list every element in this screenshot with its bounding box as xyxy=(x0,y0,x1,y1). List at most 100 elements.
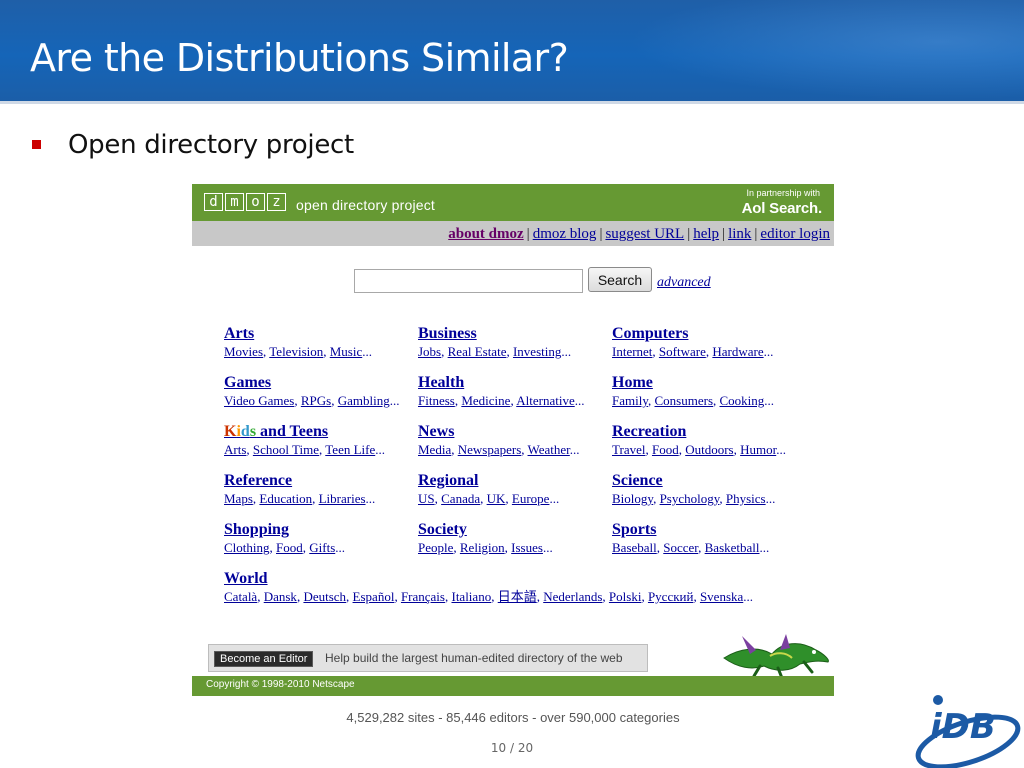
search-input[interactable] xyxy=(354,269,583,293)
subcategory-link[interactable]: Real Estate xyxy=(448,344,507,359)
subcategory-link[interactable]: Video Games xyxy=(224,393,294,408)
category-link[interactable]: Health xyxy=(418,373,608,392)
category-link[interactable]: Home xyxy=(612,373,802,392)
subcategory-link[interactable]: Medicine xyxy=(461,393,510,408)
subcategory-link[interactable]: Deutsch xyxy=(303,589,346,604)
category-link[interactable]: Regional xyxy=(418,471,608,490)
subcategory-link[interactable]: Català xyxy=(224,589,257,604)
subcategory-link[interactable]: Issues xyxy=(511,540,543,555)
logo-letter-m: m xyxy=(225,193,244,211)
subcategory-link[interactable]: Soccer xyxy=(663,540,698,555)
subcategory-link[interactable]: Software xyxy=(659,344,706,359)
dmoz-logo[interactable]: d m o z xyxy=(204,193,286,211)
subcategory-link[interactable]: Fitness xyxy=(418,393,455,408)
subcategory-line: Clothing, Food, Gifts... xyxy=(224,540,345,555)
subcategory-link[interactable]: Physics xyxy=(726,491,766,506)
suggest-url-link[interactable]: suggest URL xyxy=(605,226,684,242)
subcategory-line: People, Religion, Issues... xyxy=(418,540,553,555)
category-news: News Media, Newspapers, Weather... xyxy=(418,422,608,458)
subcategory-link[interactable]: Family xyxy=(612,393,648,408)
subcategory-link[interactable]: Dansk xyxy=(264,589,297,604)
subcategory-link[interactable]: Español xyxy=(353,589,395,604)
subcategory-link[interactable]: 日本語 xyxy=(498,589,537,604)
category-link[interactable]: Computers xyxy=(612,324,802,343)
subcategory-link[interactable]: Humor xyxy=(740,442,776,457)
slide-title: Are the Distributions Similar? xyxy=(30,36,569,80)
subcategory-link[interactable]: Polski xyxy=(609,589,642,604)
subcategory-link[interactable]: People xyxy=(418,540,453,555)
subcategory-link[interactable]: Nederlands xyxy=(543,589,602,604)
subcategory-link[interactable]: Europe xyxy=(512,491,550,506)
subcategory-link[interactable]: Gambling xyxy=(338,393,390,408)
subcategory-link[interactable]: Clothing xyxy=(224,540,270,555)
category-link[interactable]: Games xyxy=(224,373,414,392)
idb-lab-logo-icon: iDB xyxy=(915,695,1021,768)
dmoz-lizard-mascot-icon xyxy=(723,634,829,678)
category-link[interactable]: Recreation xyxy=(612,422,802,441)
category-link[interactable]: News xyxy=(418,422,608,441)
subcategory-link[interactable]: Food xyxy=(652,442,679,457)
subcategory-link[interactable]: Libraries xyxy=(319,491,366,506)
category-link[interactable]: Society xyxy=(418,520,608,539)
subcategory-link[interactable]: Baseball xyxy=(612,540,657,555)
subcategory-link[interactable]: Basketball xyxy=(705,540,760,555)
subcategory-link[interactable]: Français xyxy=(401,589,445,604)
subcategory-link[interactable]: Education xyxy=(259,491,312,506)
category-link[interactable]: Arts xyxy=(224,324,414,343)
subcategory-link[interactable]: Religion xyxy=(460,540,505,555)
subcategory-link[interactable]: Italiano xyxy=(451,589,491,604)
help-link[interactable]: help xyxy=(693,226,719,242)
subcategory-link[interactable]: School Time xyxy=(253,442,319,457)
link-link[interactable]: link xyxy=(728,226,751,242)
subcategory-link[interactable]: Travel xyxy=(612,442,645,457)
dmoz-blog-link[interactable]: dmoz blog xyxy=(533,226,597,242)
subcategory-link[interactable]: Music xyxy=(330,344,363,359)
search-button[interactable]: Search xyxy=(588,267,652,292)
category-link[interactable]: Sports xyxy=(612,520,802,539)
subcategory-link[interactable]: Cooking xyxy=(720,393,765,408)
category-link[interactable]: Science xyxy=(612,471,802,490)
category-health: Health Fitness, Medicine, Alternative... xyxy=(418,373,608,409)
subcategory-link[interactable]: Alternative xyxy=(516,393,574,408)
subcategory-link[interactable]: Biology xyxy=(612,491,653,506)
subcategory-link[interactable]: Gifts xyxy=(309,540,335,555)
aol-search-logo[interactable]: Aol Search. xyxy=(742,200,823,217)
subcategory-link[interactable]: Weather xyxy=(528,442,570,457)
subcategory-link[interactable]: Arts xyxy=(224,442,246,457)
subcategory-link[interactable]: Svenska xyxy=(700,589,743,604)
subcategory-link[interactable]: Hardware xyxy=(712,344,763,359)
subcategory-link[interactable]: Television xyxy=(269,344,323,359)
subcategory-link[interactable]: Русский xyxy=(648,589,694,604)
advanced-search-link[interactable]: advanced xyxy=(657,275,711,291)
subcategory-line: Internet, Software, Hardware... xyxy=(612,344,774,359)
subcategory-link[interactable]: Jobs xyxy=(418,344,441,359)
subcategory-link[interactable]: Internet xyxy=(612,344,652,359)
category-link[interactable]: Shopping xyxy=(224,520,414,539)
subcategory-link[interactable]: Movies xyxy=(224,344,263,359)
subcategory-link[interactable]: Media xyxy=(418,442,451,457)
become-editor-button[interactable]: Become an Editor xyxy=(214,651,314,667)
slide-title-bar: Are the Distributions Similar? xyxy=(0,0,1024,104)
subcategory-link[interactable]: Psychology xyxy=(660,491,720,506)
subcategory-link[interactable]: Canada xyxy=(441,491,480,506)
category-link[interactable]: Reference xyxy=(224,471,414,490)
editor-login-link[interactable]: editor login xyxy=(760,226,830,242)
subcategory-link[interactable]: Food xyxy=(276,540,303,555)
subcategory-link[interactable]: RPGs xyxy=(301,393,331,408)
category-link[interactable]: Kids and Teens xyxy=(224,422,414,441)
subcategory-link[interactable]: Teen Life xyxy=(325,442,375,457)
subcategory-link[interactable]: Outdoors xyxy=(685,442,733,457)
dmoz-nav-bar: about dmoz | dmoz blog | suggest URL | help | li… xyxy=(192,221,834,246)
category-kids-and-teens: Kids and Teens Arts, School Time, Teen Li… xyxy=(224,422,414,458)
subcategory-link[interactable]: UK xyxy=(487,491,506,506)
category-link[interactable]: Business xyxy=(418,324,608,343)
about-dmoz-link[interactable]: about dmoz xyxy=(448,226,523,242)
subcategory-link[interactable]: Maps xyxy=(224,491,253,506)
subcategory-link[interactable]: Newspapers xyxy=(458,442,522,457)
category-science: Science Biology, Psychology, Physics... xyxy=(612,471,802,507)
subcategory-link[interactable]: US xyxy=(418,491,435,506)
subcategory-link[interactable]: Investing xyxy=(513,344,561,359)
category-sports: Sports Baseball, Soccer, Basketball... xyxy=(612,520,802,556)
category-link[interactable]: World xyxy=(224,569,414,588)
subcategory-link[interactable]: Consumers xyxy=(655,393,714,408)
